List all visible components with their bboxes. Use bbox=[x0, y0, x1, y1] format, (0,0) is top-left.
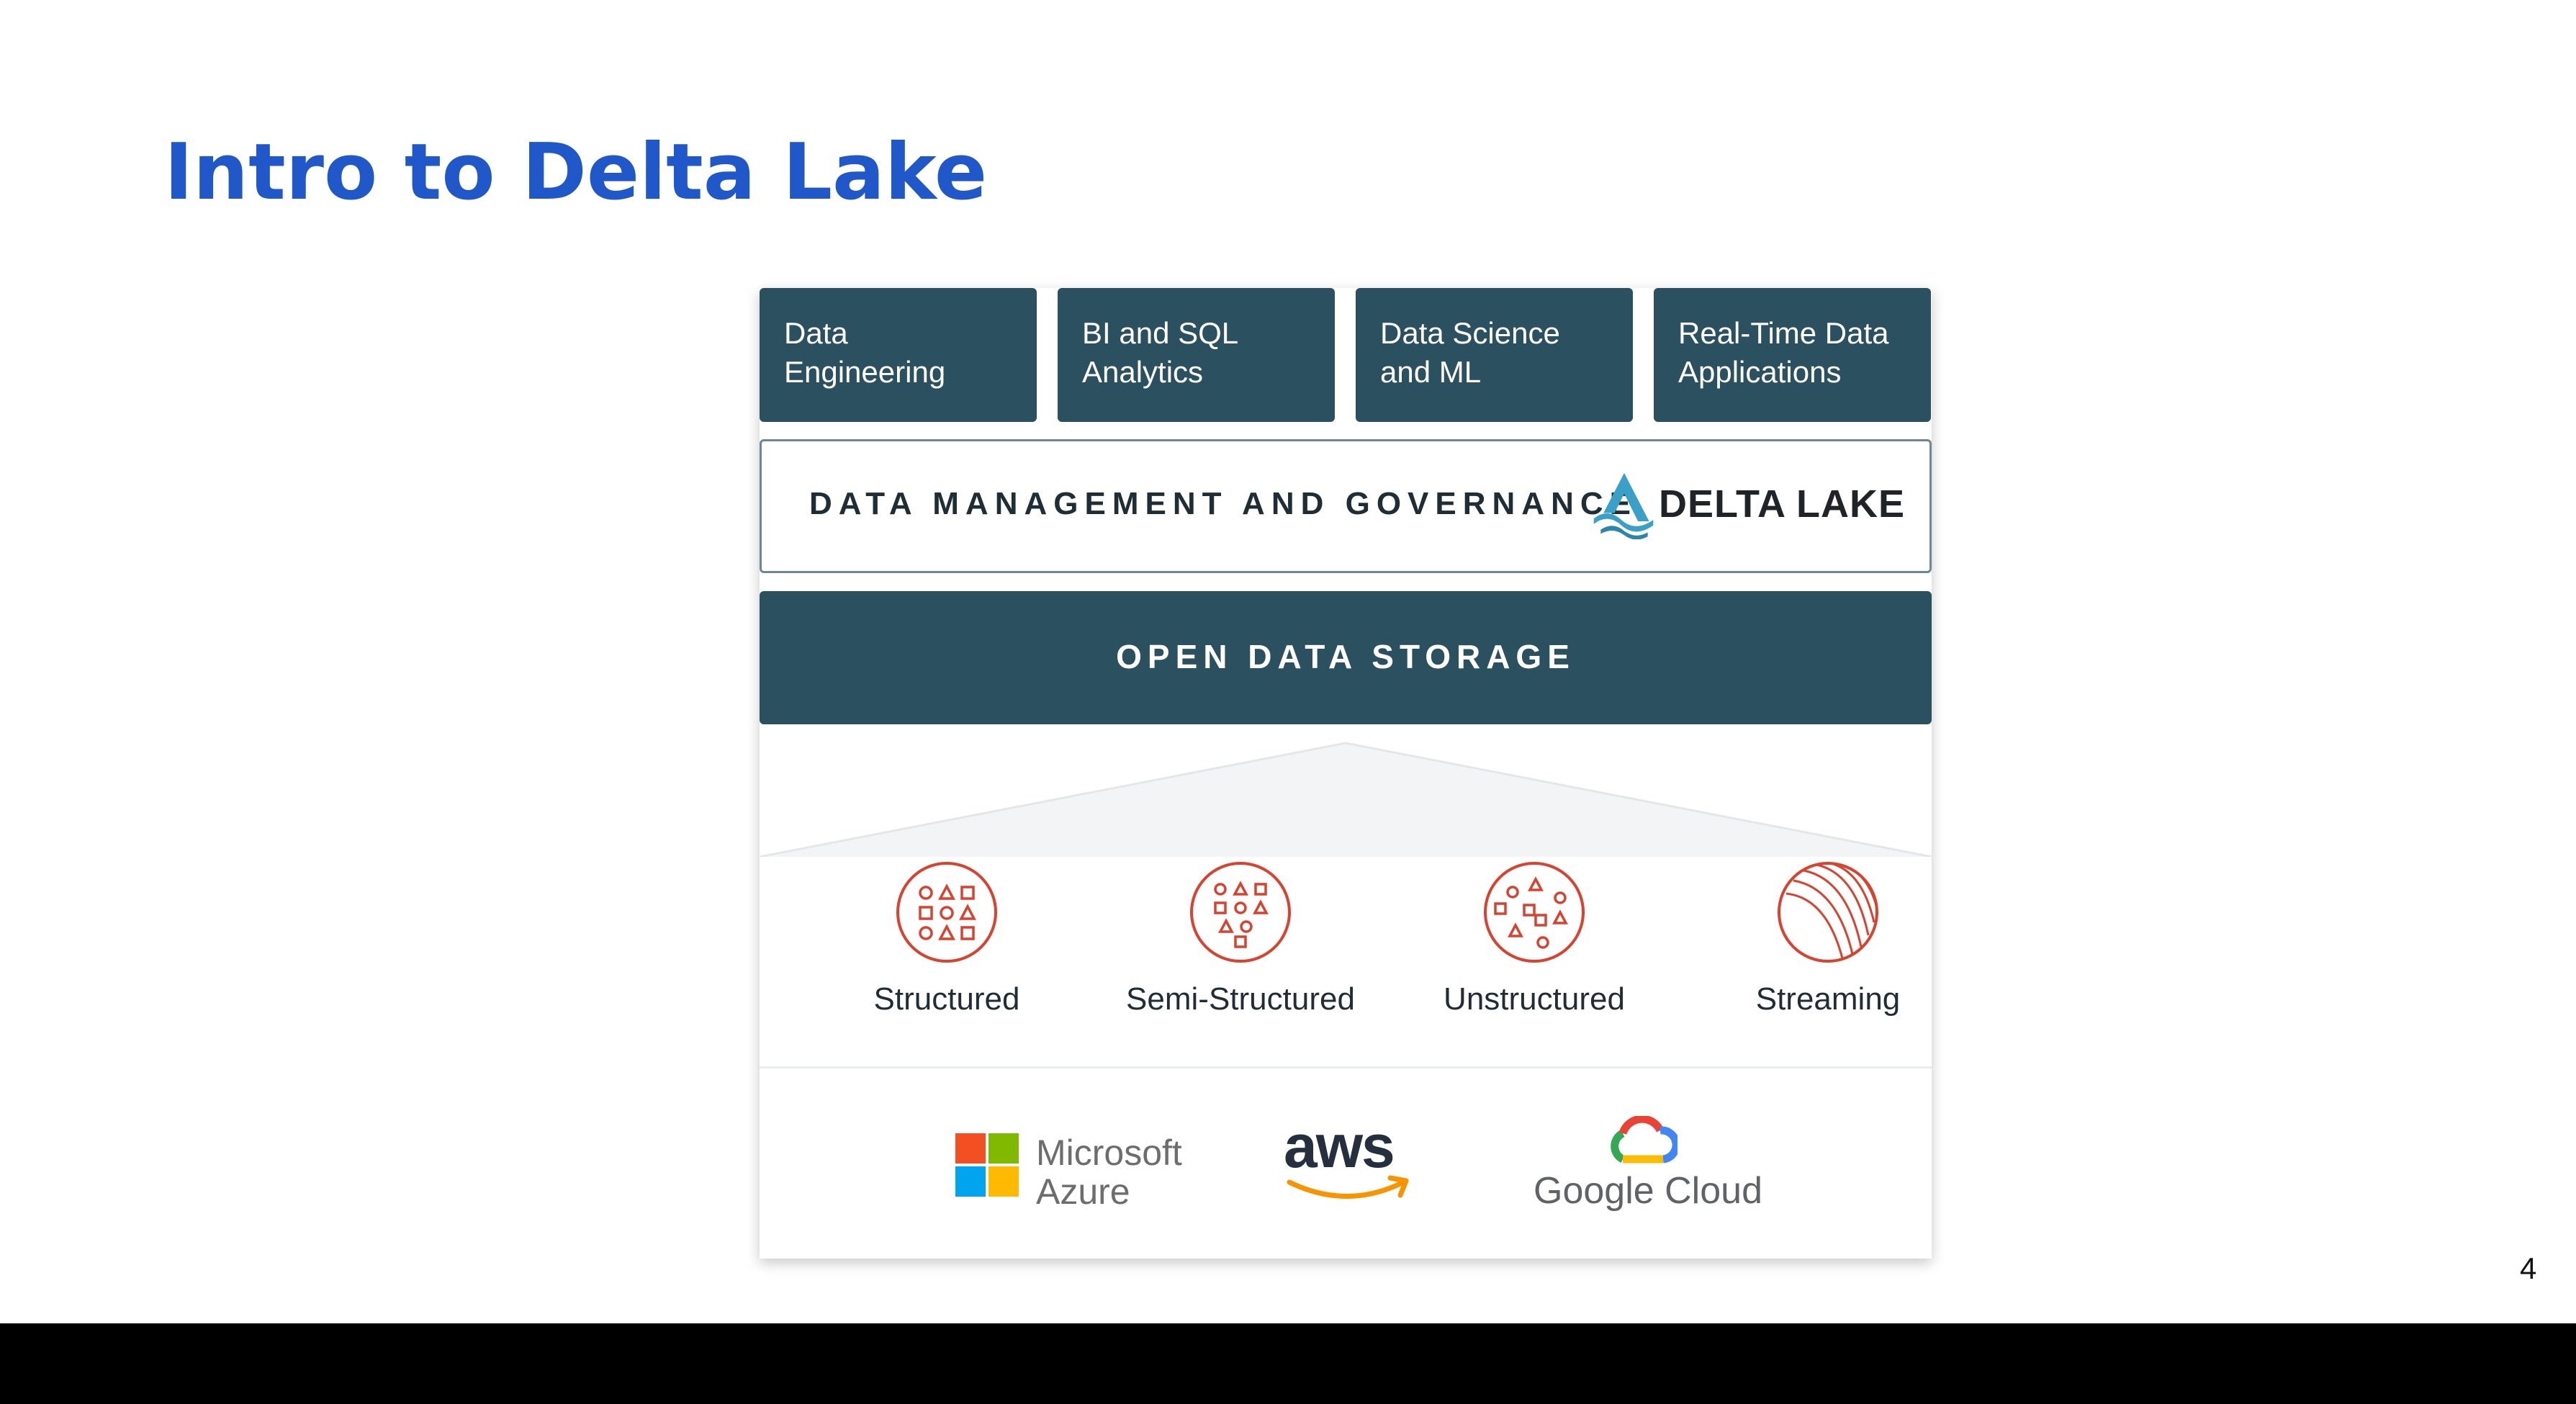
roof-shape bbox=[760, 742, 1932, 857]
slide-title: Intro to Delta Lake bbox=[164, 127, 988, 217]
workload-tile-data-engineering: Data Engineering bbox=[760, 288, 1037, 422]
azure-line2: Azure bbox=[1036, 1171, 1130, 1212]
workload-label-line1: Real-Time Data bbox=[1678, 316, 1889, 350]
data-type-label: Unstructured bbox=[1444, 981, 1625, 1017]
google-cloud-icon bbox=[1611, 1116, 1677, 1164]
workload-label-line2: Applications bbox=[1678, 355, 1842, 389]
governance-label: DATA MANAGEMENT AND GOVERNANCE bbox=[809, 486, 1637, 521]
delta-lake-architecture-diagram: Data Engineering BI and SQL Analytics Da… bbox=[760, 288, 1932, 1259]
google-cloud-logo: Google Cloud bbox=[1534, 1116, 1762, 1217]
data-type-semi-structured: Semi-Structured bbox=[1125, 860, 1356, 1026]
aws-logo: aws bbox=[1284, 1112, 1420, 1208]
data-type-unstructured: Unstructured bbox=[1419, 860, 1649, 1026]
governance-layer: DATA MANAGEMENT AND GOVERNANCE DELTA LAK… bbox=[760, 439, 1932, 573]
azure-line1: Microsoft bbox=[1036, 1133, 1182, 1173]
streaming-data-icon bbox=[1778, 862, 1878, 963]
aws-smile-icon bbox=[1287, 1175, 1409, 1199]
delta-lake-logo-icon bbox=[1593, 472, 1654, 539]
azure-wordmark: Microsoft Azure bbox=[1036, 1133, 1182, 1211]
azure-square-blue bbox=[955, 1166, 986, 1197]
data-type-label: Semi-Structured bbox=[1126, 981, 1355, 1017]
microsoft-azure-logo: Microsoft Azure bbox=[955, 1132, 1200, 1211]
slide-number: 4 bbox=[2520, 1251, 2537, 1285]
workload-tile-real-time: Real-Time Data Applications bbox=[1654, 288, 1931, 422]
azure-square-red bbox=[955, 1133, 986, 1164]
unstructured-data-icon bbox=[1484, 862, 1585, 963]
workload-label-line2: Analytics bbox=[1082, 355, 1204, 389]
open-data-storage-layer: OPEN DATA STORAGE bbox=[760, 591, 1932, 724]
delta-lake-wordmark: DELTA LAKE bbox=[1659, 482, 1905, 526]
semi-structured-data-icon bbox=[1190, 862, 1291, 963]
workload-label-line2: and ML bbox=[1380, 355, 1482, 389]
workload-label-line1: BI and SQL bbox=[1082, 316, 1239, 350]
workload-label-line1: Data Science bbox=[1380, 316, 1560, 350]
bottom-black-bar bbox=[0, 1323, 2576, 1404]
aws-wordmark: aws bbox=[1284, 1112, 1395, 1180]
google-cloud-wordmark: Google Cloud bbox=[1534, 1170, 1762, 1212]
storage-label: OPEN DATA STORAGE bbox=[1116, 638, 1575, 675]
section-divider bbox=[760, 1066, 1932, 1068]
azure-square-yellow bbox=[988, 1166, 1019, 1197]
data-type-streaming: Streaming bbox=[1713, 860, 1943, 1026]
workload-label-line1: Data bbox=[784, 316, 848, 350]
data-type-label: Structured bbox=[873, 981, 1020, 1017]
data-type-label: Streaming bbox=[1755, 981, 1901, 1017]
workload-label-line2: Engineering bbox=[784, 355, 946, 389]
workload-tile-bi-sql: BI and SQL Analytics bbox=[1058, 288, 1335, 422]
structured-data-icon bbox=[896, 862, 997, 963]
workload-tile-data-science-ml: Data Science and ML bbox=[1356, 288, 1633, 422]
azure-square-green bbox=[988, 1133, 1019, 1164]
data-type-structured: Structured bbox=[832, 860, 1062, 1026]
